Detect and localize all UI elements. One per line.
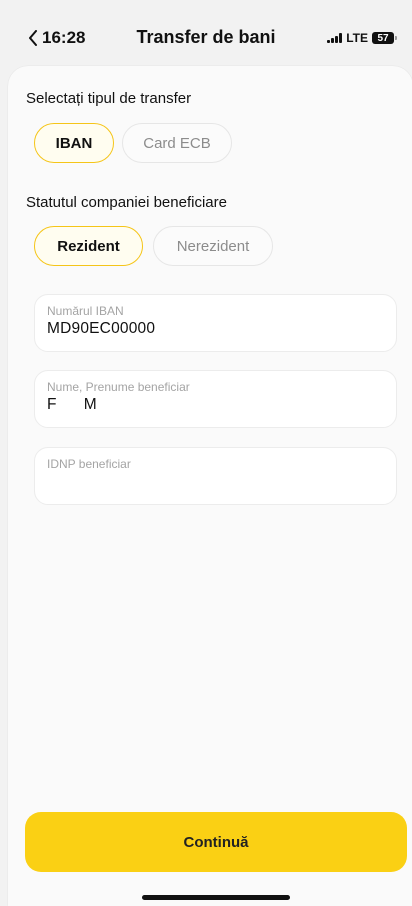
beneficiary-name-value: F M (47, 396, 97, 413)
iban-field-value: MD90EC00000 (47, 320, 156, 337)
status-bar: 16:28 Transfer de bani LTE 57 (0, 0, 412, 70)
idnp-field[interactable]: IDNP beneficiar (34, 447, 397, 505)
iban-field-label: Numărul IBAN (47, 304, 124, 318)
transfer-type-iban-option[interactable]: IBAN (34, 123, 114, 163)
beneficiary-name-label: Nume, Prenume beneficiar (47, 380, 190, 394)
company-status-nonresident-option[interactable]: Nerezident (153, 226, 273, 266)
transfer-type-label: Selectați tipul de transfer (26, 90, 192, 107)
idnp-field-label: IDNP beneficiar (47, 457, 131, 471)
continue-button[interactable]: Continuă (25, 812, 407, 872)
home-indicator (142, 895, 290, 900)
company-status-label: Statutul companiei beneficiare (26, 194, 227, 211)
battery-icon: 57 (372, 32, 397, 44)
network-type: LTE (346, 31, 368, 45)
battery-level: 57 (377, 32, 389, 44)
signal-icon (327, 33, 343, 43)
company-status-resident-option[interactable]: Rezident (34, 226, 143, 266)
transfer-type-card-option[interactable]: Card ECB (122, 123, 232, 163)
status-indicators: LTE 57 (327, 31, 397, 45)
beneficiary-name-field[interactable]: Nume, Prenume beneficiar F M (34, 370, 397, 428)
iban-field[interactable]: Numărul IBAN MD90EC00000 (34, 294, 397, 352)
